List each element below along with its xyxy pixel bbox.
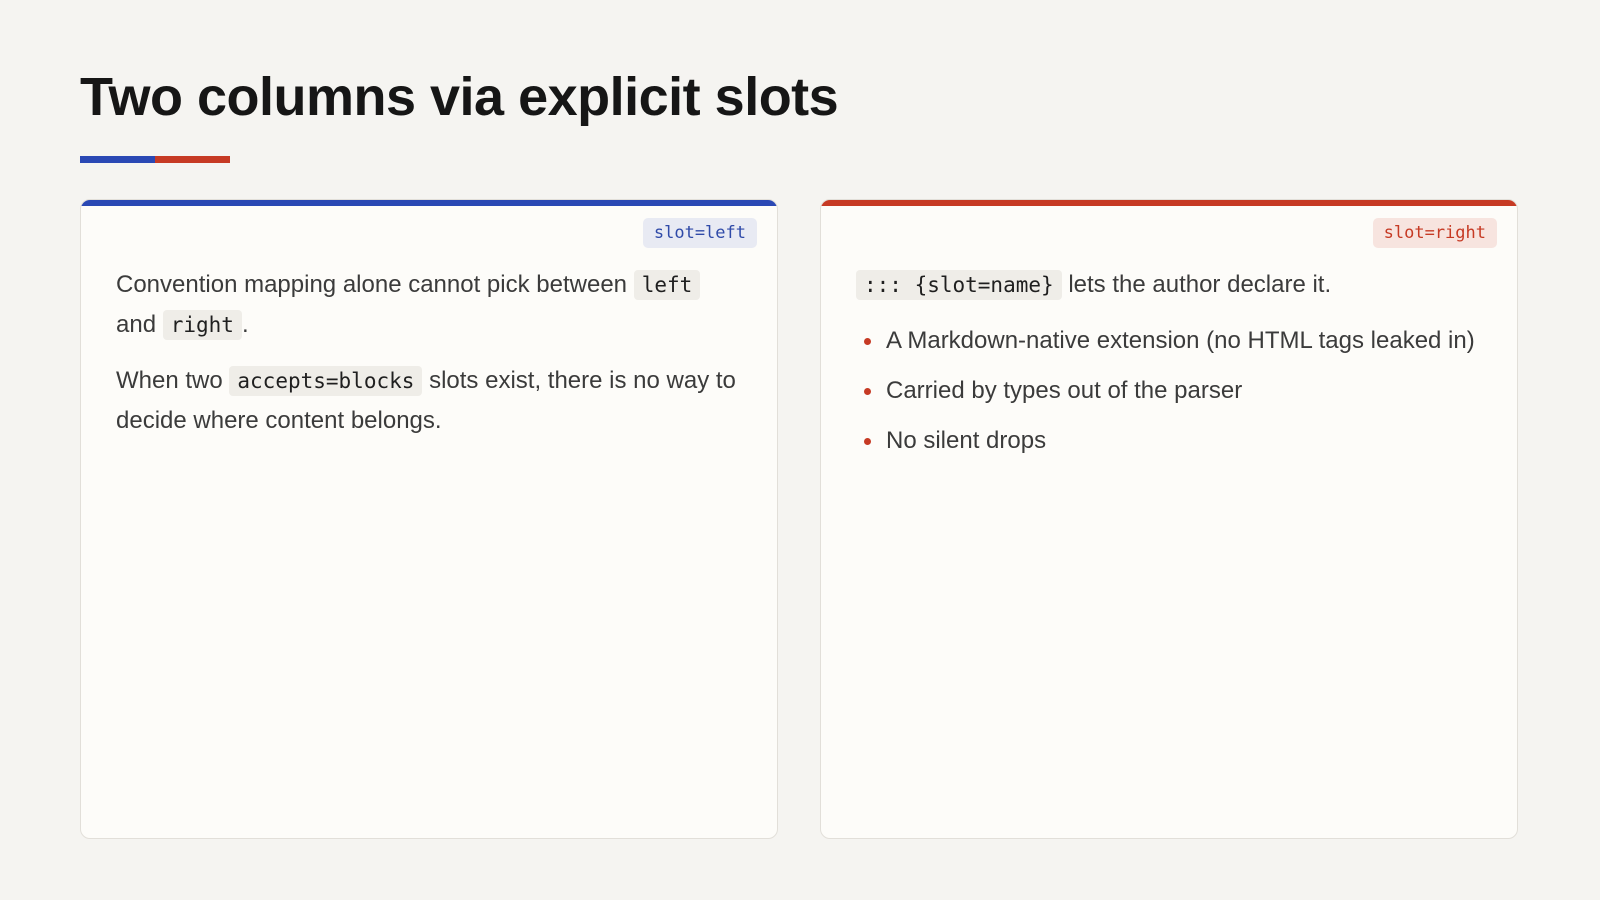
list-item: Carried by types out of the parser [856, 371, 1482, 411]
left-panel-body: Convention mapping alone cannot pick bet… [116, 265, 742, 457]
bullet-dot-icon [864, 438, 871, 445]
slide-title: Two columns via explicit slots [80, 67, 839, 127]
underline-red-segment [155, 156, 230, 163]
right-panel-accent-bar [821, 200, 1517, 206]
left-panel-accent-bar [81, 200, 777, 206]
right-intro: ::: {slot=name} lets the author declare … [856, 265, 1482, 305]
right-slot-badge: slot=right [1372, 218, 1497, 248]
list-item: A Markdown-native extension (no HTML tag… [856, 321, 1482, 361]
left-paragraph-2: When two accepts=blocks slots exist, the… [116, 361, 742, 441]
left-slot-badge: slot=left [642, 218, 757, 248]
bullet-dot-icon [864, 338, 871, 345]
left-p2-text-a: When two [116, 367, 230, 394]
left-paragraph-1: Convention mapping alone cannot pick bet… [116, 265, 742, 345]
left-p2-code-accepts: accepts=blocks [229, 366, 423, 396]
left-p1-code-right: right [162, 310, 242, 340]
bullet-dot-icon [864, 388, 871, 395]
underline-blue-segment [80, 156, 155, 163]
bullet-text: Carried by types out of the parser [886, 377, 1243, 404]
left-p1-code-left: left [633, 270, 701, 300]
list-item: No silent drops [856, 421, 1482, 461]
bullet-text: A Markdown-native extension (no HTML tag… [886, 327, 1475, 354]
bullet-text: No silent drops [886, 427, 1047, 454]
right-intro-text: lets the author declare it. [1061, 271, 1332, 298]
left-column-panel: slot=left Convention mapping alone canno… [80, 199, 778, 839]
right-bullet-list: A Markdown-native extension (no HTML tag… [856, 321, 1482, 461]
title-underline [80, 156, 230, 163]
left-p1-text-c: . [241, 311, 249, 338]
right-intro-code: ::: {slot=name} [856, 270, 1062, 300]
right-column-panel: slot=right ::: {slot=name} lets the auth… [820, 199, 1518, 839]
right-panel-body: ::: {slot=name} lets the author declare … [856, 265, 1482, 471]
left-p1-text-b: and [116, 311, 163, 338]
left-p1-text-a: Convention mapping alone cannot pick bet… [116, 271, 634, 298]
